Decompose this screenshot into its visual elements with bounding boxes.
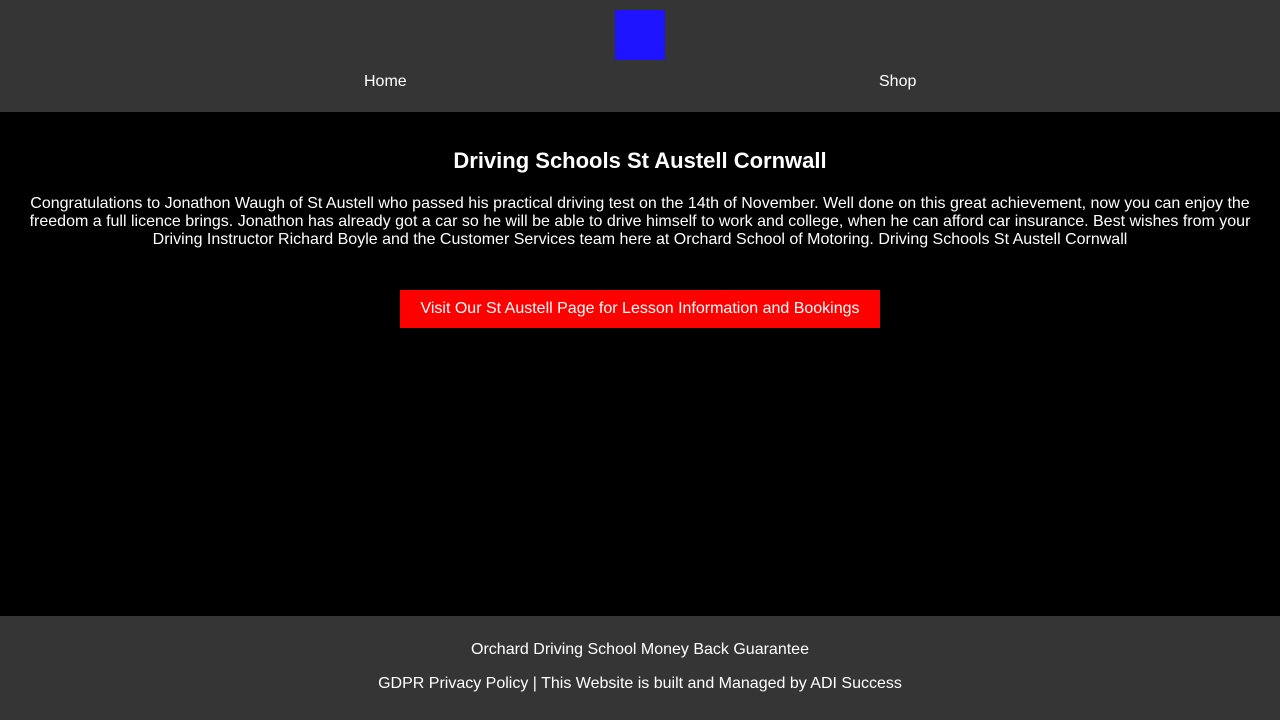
- site-footer: Orchard Driving School Money Back Guaran…: [0, 616, 1280, 720]
- site-logo[interactable]: [615, 10, 665, 60]
- nav-shop-link[interactable]: Shop: [879, 72, 916, 92]
- page-title: Driving Schools St Austell Cornwall: [453, 148, 827, 173]
- privacy-policy-link[interactable]: GDPR Privacy Policy: [378, 675, 528, 692]
- money-back-guarantee-link[interactable]: Orchard Driving School Money Back Guaran…: [471, 641, 809, 658]
- site-header: Home Shop: [0, 0, 1280, 112]
- st-austell-page-button[interactable]: Visit Our St Austell Page for Lesson Inf…: [400, 290, 880, 328]
- article-body: Congratulations to Jonathon Waugh of St …: [29, 195, 1251, 248]
- footer-separator: |: [528, 675, 542, 692]
- adi-success-link[interactable]: This Website is built and Managed by ADI…: [541, 675, 902, 692]
- footer-legal-row: GDPR Privacy Policy | This Website is bu…: [0, 674, 1280, 694]
- nav-home-link[interactable]: Home: [364, 72, 407, 92]
- footer-guarantee-row: Orchard Driving School Money Back Guaran…: [0, 640, 1280, 660]
